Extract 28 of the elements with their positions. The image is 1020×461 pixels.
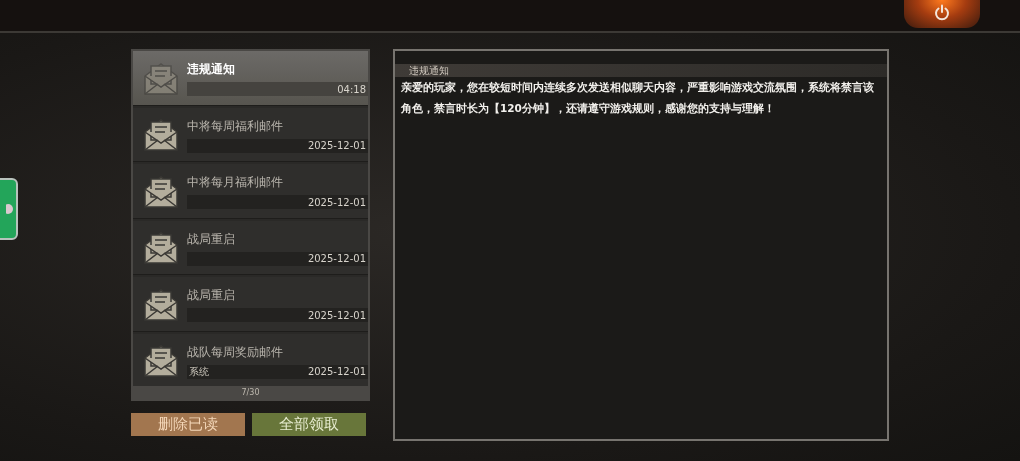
envelope-icon — [141, 116, 181, 153]
mail-item[interactable]: 违规通知 04:18 — [133, 51, 368, 106]
mail-date: 2025-12-01 — [307, 196, 366, 208]
mail-item[interactable]: 战队每周奖励邮件 系统 2025-12-01 — [133, 333, 368, 386]
mail-date: 2025-12-01 — [307, 366, 366, 378]
page-indicator: 7/30 — [133, 386, 368, 399]
claim-all-button[interactable]: 全部领取 — [252, 413, 366, 436]
mail-date: 2025-12-01 — [307, 309, 366, 321]
power-button[interactable] — [904, 0, 980, 28]
mail-title: 战局重启 — [187, 287, 236, 305]
mail-sender: 系统 — [189, 364, 209, 379]
mail-title: 违规通知 — [409, 63, 449, 78]
mail-title: 违规通知 — [187, 61, 236, 79]
mail-date: 04:18 — [337, 83, 366, 95]
envelope-icon — [141, 342, 181, 379]
mail-item[interactable]: 中将每周福利邮件 2025-12-01 — [133, 107, 368, 162]
mail-date: 2025-12-01 — [307, 140, 366, 152]
mail-title: 中将每月福利邮件 — [187, 174, 284, 192]
mail-title: 中将每周福利邮件 — [187, 117, 284, 135]
mail-item[interactable]: 战局重启 2025-12-01 — [133, 277, 368, 332]
mail-item[interactable]: 中将每月福利邮件 2025-12-01 — [133, 164, 368, 219]
power-icon — [933, 4, 951, 22]
envelope-icon — [141, 229, 181, 266]
mail-date: 2025-12-01 — [307, 253, 366, 265]
mail-title: 战局重启 — [187, 230, 236, 248]
mail-body: 亲爱的玩家，您在较短时间内连续多次发送相似聊天内容，严重影响游戏交流氛围，系统将禁言该角色，禁言时长为【120分钟】，还请遵守游戏规则，感谢您的支持与理解！ — [400, 80, 875, 116]
mail-item[interactable]: 战局重启 2025-12-01 — [133, 220, 368, 275]
mail-title: 战队每周奖励邮件 — [187, 343, 284, 361]
